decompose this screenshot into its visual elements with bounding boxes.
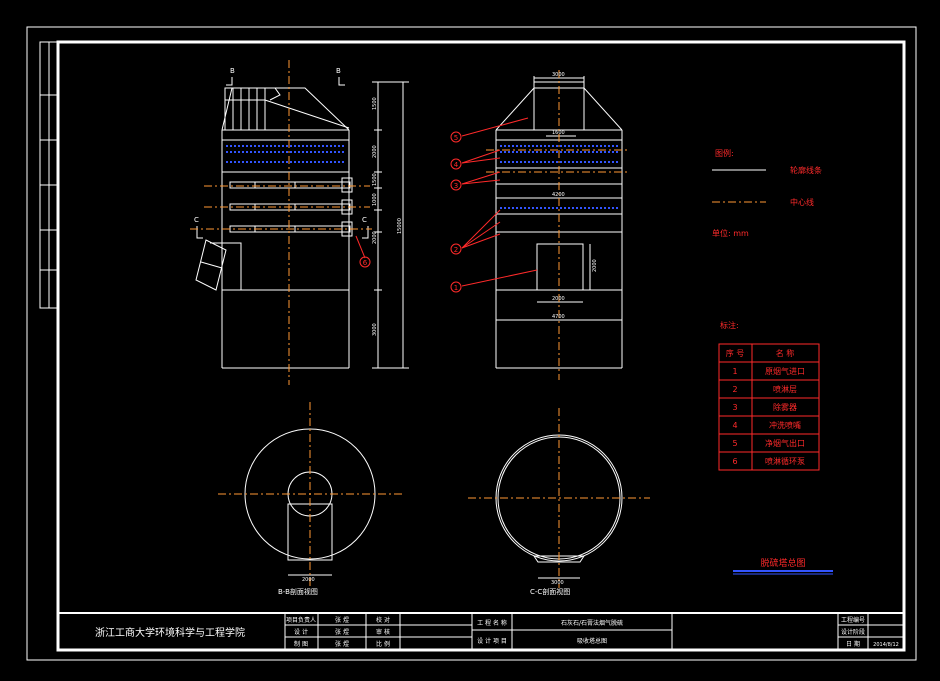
dim-5: 2000 [372,231,378,244]
parts-row-no: 6 [732,457,737,466]
school-name: 浙江工商大学环境科学与工程学院 [95,626,245,639]
legend-item-dashed: 中心线 [790,197,814,207]
callout-1-label: 1 [454,284,458,292]
label-stage: 设计阶段 [841,628,865,636]
parts-row-name: 喷淋循环泵 [765,456,805,466]
dim-2: 2000 [372,145,378,158]
dim-total: 15000 [397,218,403,234]
section-marker-b-right: B [336,67,341,75]
cad-drawing: B B C C 1500 2000 1500 1000 2000 3000 15… [0,0,940,681]
plan-cc-dim: 3000 [551,580,564,586]
legend-unit: 单位: mm [712,228,749,238]
parts-row-no: 4 [732,421,737,430]
parts-row-no: 1 [732,367,737,376]
check-scale: 比 例 [376,640,390,648]
check-proof: 校 对 [376,616,390,624]
dim-3: 1500 [372,173,378,186]
sec-dim-inner2: 4200 [552,192,565,198]
name-design: 张 煜 [335,628,349,636]
design-item: 吸收塔总图 [577,637,607,645]
label-project-no: 工程编号 [841,616,865,624]
sec-dim-inner1: 1600 [552,130,565,136]
sec-dim-inlet-h: 2000 [592,259,598,272]
plan-cc-label: C-C剖面视图 [530,587,570,596]
parts-row-name: 原烟气进口 [765,366,805,376]
date-value: 2014/8/12 [873,642,899,648]
parts-row-no: 3 [732,403,737,412]
sec-dim-inlet: 2000 [552,296,565,302]
parts-row-no: 2 [732,385,737,394]
label-date: 日 期 [846,640,860,648]
parts-header-name: 名 称 [776,348,795,358]
parts-header-no: 序 号 [726,348,745,358]
label-project: 工 程 名 称 [477,619,507,627]
parts-row-name: 喷淋层 [773,384,797,394]
legend-title: 图例: [715,148,734,158]
callout-6-label: 6 [363,259,368,267]
role-design: 设 计 [294,628,308,636]
section-marker-c-left: C [194,216,199,224]
parts-row-name: 除雾器 [773,402,797,412]
label-design-item: 设 计 项 目 [477,637,507,645]
dim-1: 1500 [372,97,378,110]
callout-5-label: 5 [454,134,458,142]
legend-item-solid: 轮廓线条 [790,165,822,175]
callout-2-label: 2 [454,246,458,254]
plan-bb-dim: 2000 [302,577,315,583]
dim-4: 1000 [372,193,378,206]
name-lead: 张 煜 [335,616,349,624]
parts-title: 标注: [720,320,739,330]
callout-4-label: 4 [454,161,459,169]
parts-row-name: 冲洗喷嘴 [769,420,801,430]
project-name: 石灰石/石膏法烟气脱硫 [561,619,623,627]
section-marker-c-right: C [362,216,367,224]
name-draw: 张 煜 [335,640,349,648]
drawing-title: 脱硫塔总图 [760,557,805,569]
role-lead: 项目负责人 [286,616,316,624]
parts-row-name: 净烟气出口 [765,438,805,448]
callout-3-label: 3 [454,182,458,190]
role-draw: 制 图 [294,640,308,648]
sec-dim-top: 3000 [552,72,565,78]
parts-row-no: 5 [732,439,737,448]
sec-dim-bottom: 4700 [552,314,565,320]
plan-bb-label: B-B剖面视图 [278,587,318,596]
section-marker-b-left: B [230,67,235,75]
check-review: 审 核 [376,628,390,636]
dim-6: 3000 [372,323,378,336]
